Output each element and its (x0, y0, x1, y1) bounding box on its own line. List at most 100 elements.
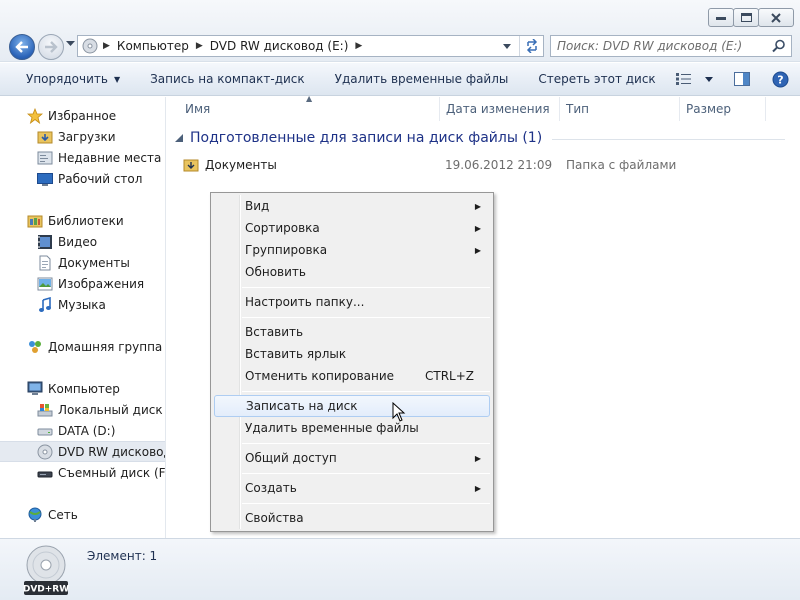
image-icon (37, 276, 53, 292)
nav-local-disk-label: Локальный диск (С (58, 402, 165, 417)
menu-item-delete-temp-files-label: Удалить временные файлы (245, 421, 419, 435)
arrow-right-icon (45, 41, 58, 53)
nav-computer[interactable]: Компьютер (0, 378, 165, 399)
close-button[interactable] (758, 8, 794, 27)
search-icon[interactable] (772, 39, 786, 53)
help-button[interactable]: ? (768, 68, 792, 90)
menu-item-group-label: Группировка (245, 243, 328, 257)
removable-drive-icon (37, 465, 53, 481)
details-view-icon (676, 73, 691, 85)
dvd-drive-icon (37, 444, 53, 460)
menu-item-create-label: Создать (245, 481, 297, 495)
submenu-arrow-icon: ▶ (474, 223, 481, 233)
nav-documents-label: Документы (58, 255, 130, 270)
nav-recent-places[interactable]: Недавние места (0, 147, 165, 168)
group-collapse-icon[interactable] (175, 134, 183, 142)
nav-removable-disk[interactable]: Съемный диск (F:) (0, 462, 165, 483)
search-input[interactable] (557, 39, 757, 53)
star-icon (27, 107, 43, 124)
column-size-label: Размер (686, 102, 732, 116)
erase-disc-button[interactable]: Стереть этот диск (523, 63, 670, 95)
menu-item-properties-label: Свойства (245, 511, 304, 525)
organize-button[interactable]: Упорядочить ▼ (0, 63, 135, 95)
nav-downloads-label: Загрузки (58, 129, 116, 144)
file-row[interactable]: Документы 19.06.2012 21:09 Папка с файла… (183, 155, 783, 175)
delete-temp-files-button[interactable]: Удалить временные файлы (320, 63, 524, 95)
menu-item-customize-folder[interactable]: Настроить папку... (214, 291, 490, 313)
menu-item-sort[interactable]: Сортировка ▶ (214, 217, 490, 239)
recent-pages-dropdown-icon[interactable] (66, 41, 75, 47)
nav-desktop[interactable]: Рабочий стол (0, 168, 165, 189)
preview-pane-button[interactable] (730, 68, 754, 90)
nav-network[interactable]: Сеть (0, 504, 165, 525)
menu-item-share[interactable]: Общий доступ ▶ (214, 447, 490, 469)
nav-documents[interactable]: Документы (0, 252, 165, 273)
submenu-arrow-icon: ▶ (474, 245, 481, 255)
breadcrumb-computer[interactable]: Компьютер (117, 39, 189, 53)
title-bar: ▶ Компьютер ▶ DVD RW дисковод (E:) ▶ (0, 0, 800, 62)
menu-item-refresh[interactable]: Обновить (214, 261, 490, 283)
svg-text:?: ? (777, 73, 783, 86)
item-count: Элемент: 1 (87, 549, 158, 563)
view-dropdown[interactable] (702, 68, 716, 90)
folder-pending-burn-icon (183, 159, 199, 172)
column-type[interactable]: Тип (560, 97, 680, 121)
menu-separator (242, 473, 490, 474)
computer-icon (27, 381, 43, 397)
maximize-icon (740, 13, 752, 22)
menu-item-paste-shortcut-label: Вставить ярлык (245, 347, 347, 361)
nav-libraries[interactable]: Библиотеки (0, 210, 165, 231)
group-header[interactable]: Подготовленные для записи на диск файлы … (175, 130, 785, 146)
forward-button[interactable] (38, 34, 64, 60)
submenu-arrow-icon: ▶ (474, 201, 481, 211)
menu-item-group[interactable]: Группировка ▶ (214, 239, 490, 261)
back-button[interactable] (9, 34, 35, 60)
menu-separator (242, 443, 490, 444)
search-box[interactable] (550, 35, 792, 57)
breadcrumb-dvd-drive[interactable]: DVD RW дисковод (E:) (210, 39, 349, 53)
menu-item-paste-shortcut[interactable]: Вставить ярлык (214, 343, 490, 365)
column-name[interactable]: Имя (167, 97, 440, 121)
chevron-down-icon (503, 43, 511, 49)
nav-dvd-drive[interactable]: DVD RW дисковод ( (0, 441, 166, 462)
group-divider (552, 138, 785, 140)
refresh-button[interactable] (519, 36, 543, 56)
address-bar[interactable]: ▶ Компьютер ▶ DVD RW дисковод (E:) ▶ (77, 35, 544, 57)
command-bar: Упорядочить ▼ Запись на компакт-диск Уда… (0, 63, 800, 96)
menu-item-view[interactable]: Вид ▶ (214, 195, 490, 217)
nav-music[interactable]: Музыка (0, 294, 165, 315)
organize-label: Упорядочить (26, 72, 108, 86)
column-date[interactable]: Дата изменения (440, 97, 560, 121)
breadcrumb-separator-icon[interactable]: ▶ (196, 41, 203, 51)
burn-to-disc-button[interactable]: Запись на компакт-диск (135, 63, 320, 95)
file-name-cell: Документы (183, 157, 277, 173)
nav-data-disk[interactable]: DATA (D:) (0, 420, 165, 441)
nav-video[interactable]: Видео (0, 231, 165, 252)
menu-item-create[interactable]: Создать ▶ (214, 477, 490, 499)
menu-item-share-label: Общий доступ (245, 451, 337, 465)
column-date-label: Дата изменения (446, 102, 550, 116)
breadcrumb-separator-icon[interactable]: ▶ (103, 41, 110, 51)
menu-item-paste[interactable]: Вставить (214, 321, 490, 343)
address-history-dropdown[interactable] (499, 36, 515, 56)
menu-item-delete-temp-files[interactable]: Удалить временные файлы (214, 417, 490, 439)
nav-dvd-drive-label: DVD RW дисковод ( (58, 444, 166, 459)
menu-item-burn-to-disc[interactable]: Записать на диск (214, 395, 490, 417)
menu-item-undo-copy[interactable]: Отменить копирование CTRL+Z (214, 365, 490, 387)
menu-item-properties[interactable]: Свойства (214, 507, 490, 529)
view-options-button[interactable] (672, 68, 696, 90)
group-title: Подготовленные для записи на диск файлы … (190, 130, 543, 146)
nav-downloads[interactable]: Загрузки (0, 126, 165, 147)
minimize-button[interactable] (708, 8, 734, 27)
nav-computer-label: Компьютер (48, 381, 120, 396)
nav-homegroup[interactable]: Домашняя группа (0, 336, 165, 357)
network-icon (27, 507, 43, 523)
nav-images[interactable]: Изображения (0, 273, 165, 294)
column-size[interactable]: Размер (680, 97, 766, 121)
burn-to-disc-label: Запись на компакт-диск (150, 72, 305, 86)
nav-favorites[interactable]: Избранное (0, 105, 165, 126)
menu-item-burn-to-disc-label: Записать на диск (246, 399, 358, 413)
nav-local-disk[interactable]: Локальный диск (С (0, 399, 165, 420)
breadcrumb-separator-icon[interactable]: ▶ (355, 41, 362, 51)
maximize-button[interactable] (733, 8, 759, 27)
